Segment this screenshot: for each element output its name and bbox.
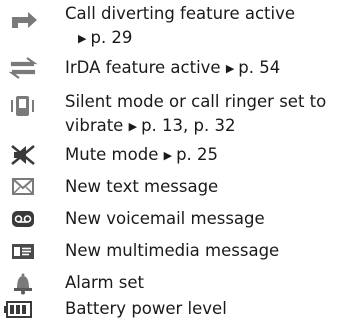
indicator-label: New multimedia message bbox=[65, 241, 280, 260]
voicemail-icon bbox=[2, 207, 42, 231]
page-reference: p. 54 bbox=[238, 58, 281, 77]
indicator-label: Alarm set bbox=[65, 273, 145, 292]
page-reference: p. 25 bbox=[176, 145, 219, 164]
indicator-label: New voicemail message bbox=[65, 209, 265, 228]
irda-icon bbox=[2, 56, 42, 80]
indicator-label: Battery power level bbox=[65, 299, 227, 318]
arrow-right-icon: ▶ bbox=[225, 62, 235, 75]
text-message-icon bbox=[2, 175, 42, 199]
indicator-label: IrDA feature active ▶ p. 54 bbox=[65, 56, 350, 81]
page-reference: p. 29 bbox=[90, 28, 133, 47]
indicator-label: Mute mode ▶ p. 25 bbox=[65, 143, 350, 168]
battery-icon bbox=[2, 297, 42, 321]
mute-icon bbox=[2, 143, 42, 167]
arrow-right-icon: ▶ bbox=[78, 32, 87, 45]
arrow-right-icon: ▶ bbox=[128, 120, 138, 133]
indicator-label: Silent mode or call ringer set to vibrat… bbox=[65, 90, 350, 139]
multimedia-message-icon bbox=[2, 239, 42, 263]
vibrate-icon bbox=[2, 94, 42, 118]
indicator-label: New text message bbox=[65, 177, 219, 196]
indicator-label: Call diverting feature active ▶ p. 29 bbox=[65, 2, 350, 51]
alarm-icon bbox=[2, 271, 42, 295]
arrow-right-icon: ▶ bbox=[163, 149, 173, 162]
page-reference: p. 13, p. 32 bbox=[141, 116, 236, 135]
call-divert-icon bbox=[2, 8, 42, 32]
